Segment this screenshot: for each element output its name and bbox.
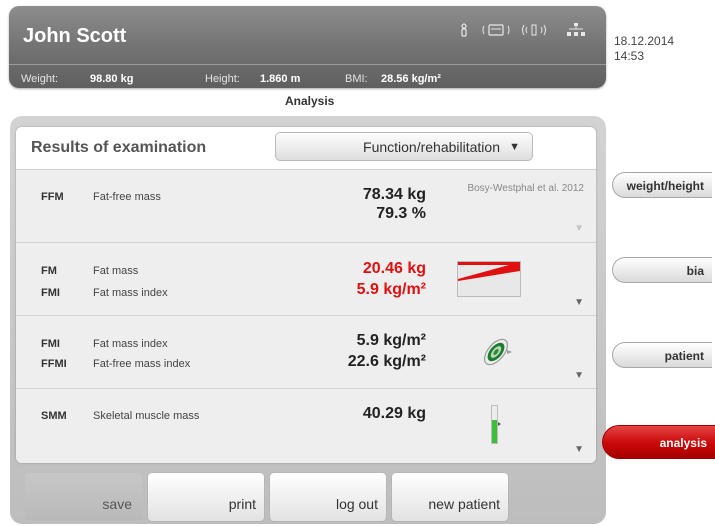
row-label: Fat mass	[93, 265, 139, 277]
log-out-button[interactable]: log out	[270, 473, 386, 521]
bmi-value: 28.56 kg/m²	[381, 73, 441, 85]
expand-caret-icon[interactable]: ▼	[574, 370, 584, 381]
save-button[interactable]: save	[25, 473, 142, 521]
results-card: Results of examination Function/rehabili…	[16, 127, 596, 463]
analysis-mode-dropdown[interactable]: Function/rehabilitation ▼	[275, 132, 533, 161]
tab-bia[interactable]: bia	[612, 257, 712, 283]
row-label: Fat mass index	[93, 338, 168, 350]
row-abbr: FFM	[41, 191, 64, 203]
date-time: 18.12.2014 14:53	[614, 34, 674, 64]
result-row-fmi-ffmi[interactable]: FMI Fat mass index FFMI Fat-free mass in…	[16, 315, 596, 388]
log-out-button-label: log out	[335, 496, 378, 512]
weight-label: Weight:	[21, 73, 59, 85]
expand-caret-icon[interactable]: ▼	[574, 444, 584, 455]
tab-label: bia	[686, 264, 704, 278]
new-patient-button-label: new patient	[428, 496, 500, 512]
result-row-smm[interactable]: SMM Skeletal muscle mass 40.29 kg ▼	[16, 388, 596, 463]
row-value: 78.34 kg	[362, 186, 426, 203]
height-value: 1.860 m	[260, 73, 301, 85]
row-label: Fat-free mass index	[93, 358, 191, 370]
result-row-fm[interactable]: FM Fat mass FMI Fat mass index 20.46 kg …	[16, 242, 596, 315]
tab-weight-height[interactable]: weight/height	[612, 172, 712, 198]
reference-citation: Bosy-Westphal et al. 2012	[467, 183, 584, 194]
row-label: Fat-free mass	[93, 191, 161, 203]
result-row-ffm[interactable]: FFM Fat-free mass 78.34 kg 79.3 % Bosy-W…	[16, 169, 596, 242]
fat-mass-scale-icon	[457, 261, 521, 302]
row-abbr: SMM	[41, 410, 67, 422]
patient-name: John Scott	[23, 25, 127, 47]
vertical-gauge-icon	[488, 405, 502, 450]
header-divider	[9, 64, 606, 65]
printer-icon	[481, 23, 511, 40]
print-button-label: print	[228, 496, 256, 512]
target-ellipse-icon	[476, 330, 516, 379]
dropdown-selected-value: Function/rehabilitation	[363, 139, 500, 155]
row-value: 5.9 kg/m²	[356, 332, 426, 349]
row-value: 22.6 kg/m²	[347, 353, 426, 370]
tab-label: weight/height	[626, 179, 704, 193]
row-label: Fat mass index	[93, 287, 168, 299]
results-title: Results of examination	[31, 139, 207, 156]
row-value: 20.46 kg	[362, 260, 426, 277]
tab-analysis[interactable]: analysis	[602, 425, 715, 459]
expand-caret-icon[interactable]: ▼	[574, 297, 584, 308]
row-abbr: FMI	[41, 338, 60, 350]
row-value: 40.29 kg	[362, 405, 426, 422]
tab-patient[interactable]: patient	[612, 342, 712, 368]
expand-caret-icon[interactable]: ▼	[574, 223, 584, 234]
row-value: 79.3 %	[376, 205, 426, 222]
row-label: Skeletal muscle mass	[93, 410, 200, 422]
wireless-icon	[521, 23, 547, 40]
save-button-label: save	[102, 496, 132, 512]
patient-header: John Scott Weight: 98.80 kg Height: 1.86…	[9, 6, 606, 88]
person-icon	[459, 23, 469, 40]
network-icon	[566, 23, 586, 40]
print-button[interactable]: print	[148, 473, 264, 521]
chevron-down-icon: ▼	[509, 141, 520, 153]
date-text: 18.12.2014	[614, 34, 675, 48]
tab-label: analysis	[659, 436, 707, 450]
row-abbr: FM	[41, 265, 57, 277]
tab-label: patient	[664, 349, 704, 363]
time-text: 14:53	[614, 49, 645, 63]
bmi-label: BMI:	[345, 73, 368, 85]
page-title: Analysis	[285, 94, 335, 108]
row-value: 5.9 kg/m²	[356, 281, 426, 298]
row-abbr: FMI	[41, 287, 60, 299]
row-abbr: FFMI	[41, 358, 67, 370]
height-label: Height:	[205, 73, 240, 85]
weight-value: 98.80 kg	[90, 73, 134, 85]
new-patient-button[interactable]: new patient	[392, 473, 508, 521]
